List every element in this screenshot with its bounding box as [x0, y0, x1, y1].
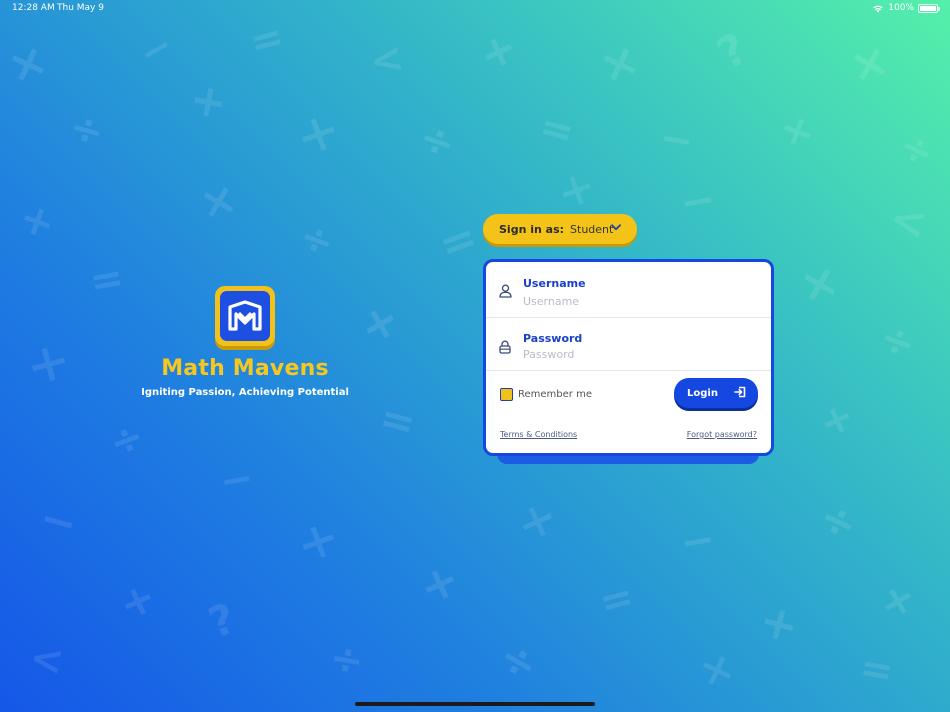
- remember-me-checkbox[interactable]: [500, 388, 513, 401]
- tagline: Igniting Passion, Achieving Potential: [141, 387, 349, 398]
- login-screen: × ÷ − + = × < ÷ + = × − ? + × ÷ + = × ÷ …: [0, 0, 950, 712]
- remember-login-row: Remember me Login: [486, 371, 771, 421]
- login-button[interactable]: Login: [674, 378, 758, 408]
- role-selector-value: Student: [570, 222, 614, 236]
- role-selector-label: Sign in as:: [499, 222, 565, 236]
- remember-me-label[interactable]: Remember me: [518, 389, 592, 400]
- role-selector[interactable]: Sign in as: Student: [483, 214, 637, 244]
- brand-block: Math Mavens Igniting Passion, Achieving …: [140, 286, 350, 398]
- password-label: Password: [523, 332, 583, 345]
- login-arrow-icon: [734, 386, 746, 398]
- forgot-password-link[interactable]: Forgot password?: [687, 430, 757, 439]
- links-row: Terms & Conditions Forgot password?: [486, 421, 771, 451]
- username-row: Username: [486, 262, 771, 318]
- password-input[interactable]: [523, 348, 753, 361]
- user-icon: [499, 284, 512, 298]
- battery-icon: [918, 3, 940, 13]
- status-bar: 12:28 AM Thu May 9 100%: [0, 0, 950, 18]
- math-mavens-logo-icon: [215, 286, 275, 346]
- wifi-icon: [873, 5, 884, 13]
- username-input[interactable]: [523, 295, 753, 308]
- login-button-label: Login: [687, 387, 718, 399]
- password-row: Password: [486, 318, 771, 371]
- home-indicator[interactable]: [355, 702, 595, 706]
- status-date: Thu May 9: [57, 3, 104, 13]
- status-indicators: 100%: [872, 3, 940, 13]
- username-label: Username: [523, 277, 586, 290]
- chevron-down-icon: [611, 224, 621, 231]
- login-card: Username Password Remember me Login: [483, 259, 774, 456]
- terms-link[interactable]: Terms & Conditions: [500, 430, 577, 439]
- status-time: 12:28 AM: [12, 3, 55, 13]
- lock-icon: [499, 340, 511, 354]
- battery-percent: 100%: [888, 3, 914, 13]
- app-name: Math Mavens: [161, 356, 329, 381]
